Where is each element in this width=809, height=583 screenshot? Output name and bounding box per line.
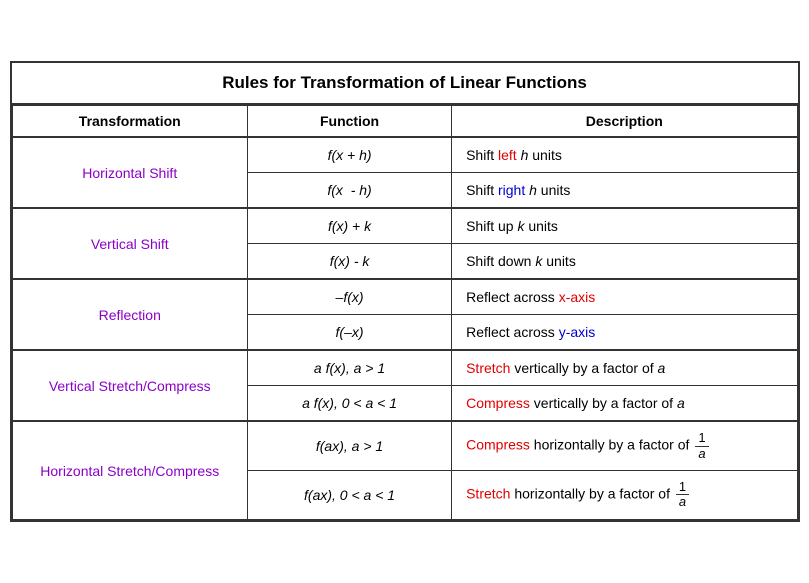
transform-vertical-shift: Vertical Shift: [12, 208, 248, 279]
transformation-table: Rules for Transformation of Linear Funct…: [10, 61, 800, 521]
keyword-compress: Compress: [466, 395, 530, 411]
function-cell: f(ax), 0 < a < 1: [248, 471, 452, 520]
description-cell: Reflect across y-axis: [452, 315, 797, 351]
function-cell: f(x) - k: [248, 244, 452, 280]
function-cell: a f(x), a > 1: [248, 350, 452, 386]
fraction-1-over-a-2: 1 a: [676, 480, 689, 510]
header-description: Description: [452, 106, 797, 138]
description-cell: Stretch vertically by a factor of a: [452, 350, 797, 386]
function-cell: a f(x), 0 < a < 1: [248, 386, 452, 422]
description-cell: Shift right h units: [452, 173, 797, 209]
transform-horizontal-shift: Horizontal Shift: [12, 137, 248, 208]
description-cell: Reflect across x-axis: [452, 279, 797, 315]
description-cell: Compress horizontally by a factor of 1 a: [452, 421, 797, 470]
keyword-xaxis: x-axis: [559, 289, 596, 305]
fraction-numerator-2: 1: [676, 480, 689, 495]
function-cell: f(ax), a > 1: [248, 421, 452, 470]
function-cell: f(x) + k: [248, 208, 452, 244]
description-cell: Stretch horizontally by a factor of 1 a: [452, 471, 797, 520]
keyword-stretch: Stretch: [466, 360, 510, 376]
fraction-denominator: a: [695, 447, 708, 461]
function-cell: f(x + h): [248, 137, 452, 173]
function-cell: f(x - h): [248, 173, 452, 209]
description-cell: Shift up k units: [452, 208, 797, 244]
description-cell: Shift left h units: [452, 137, 797, 173]
table-header-row: Transformation Function Description: [12, 106, 797, 138]
table-title: Rules for Transformation of Linear Funct…: [12, 63, 798, 105]
table-row: Horizontal Stretch/Compress f(ax), a > 1…: [12, 421, 797, 470]
description-cell: Shift down k units: [452, 244, 797, 280]
keyword-compress-h: Compress: [466, 437, 530, 453]
table-row: Vertical Stretch/Compress a f(x), a > 1 …: [12, 350, 797, 386]
fraction-1-over-a: 1 a: [695, 431, 708, 461]
keyword-right: right: [498, 182, 525, 198]
table-row: Reflection –f(x) Reflect across x-axis: [12, 279, 797, 315]
table-row: Horizontal Shift f(x + h) Shift left h u…: [12, 137, 797, 173]
function-cell: f(–x): [248, 315, 452, 351]
keyword-yaxis: y-axis: [559, 324, 596, 340]
fraction-denominator-2: a: [676, 495, 689, 509]
keyword-left: left: [498, 147, 517, 163]
table-row: Vertical Shift f(x) + k Shift up k units: [12, 208, 797, 244]
header-transformation: Transformation: [12, 106, 248, 138]
transform-horizontal-stretch: Horizontal Stretch/Compress: [12, 421, 248, 519]
header-function: Function: [248, 106, 452, 138]
fraction-numerator: 1: [695, 431, 708, 446]
description-cell: Compress vertically by a factor of a: [452, 386, 797, 422]
transform-vertical-stretch: Vertical Stretch/Compress: [12, 350, 248, 421]
keyword-stretch-h: Stretch: [466, 486, 510, 502]
transform-reflection: Reflection: [12, 279, 248, 350]
function-cell: –f(x): [248, 279, 452, 315]
